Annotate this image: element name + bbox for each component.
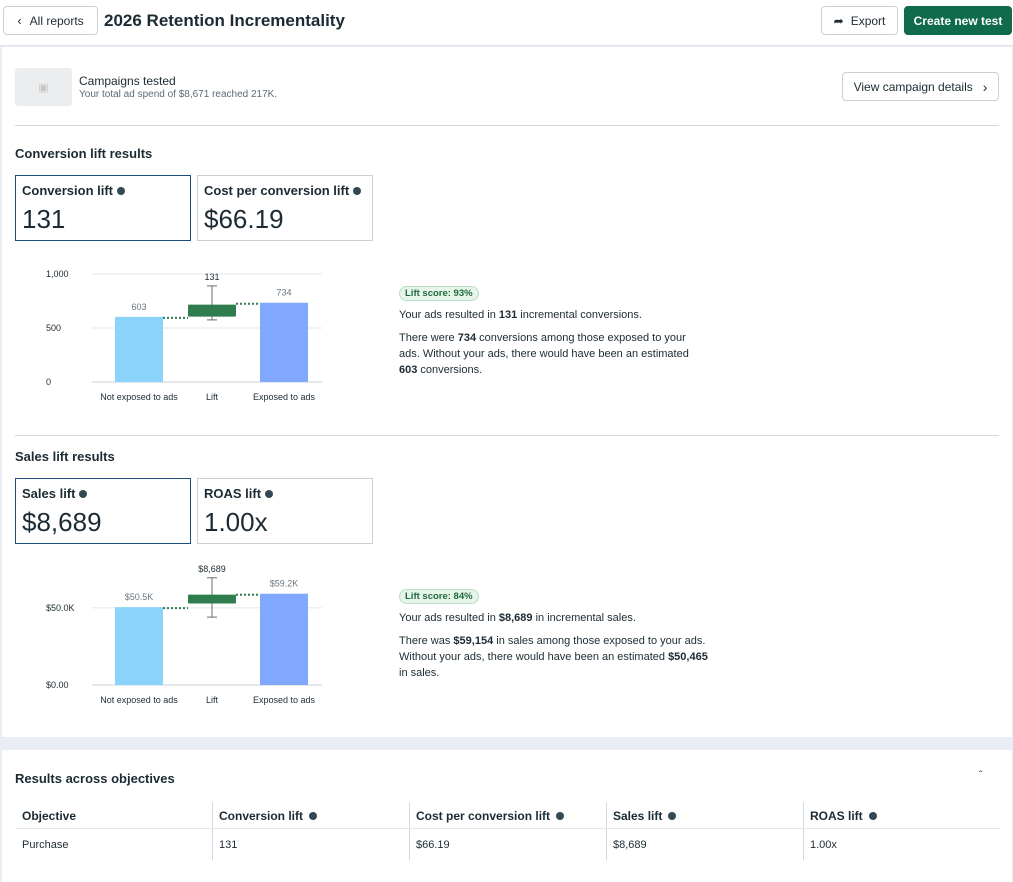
y-tick-label: $50.0K (46, 603, 75, 613)
conversion-lift-card[interactable]: Conversion lift 131 (15, 175, 191, 241)
all-reports-button[interactable]: ‹ All reports (3, 6, 98, 35)
table-header: Objective Conversion lift Cost per conve… (16, 802, 1000, 830)
view-campaign-details-button[interactable]: View campaign details › (842, 72, 999, 101)
cost-per-conversion-value: $66.19 (204, 204, 284, 234)
table-cell: $66.19 (409, 830, 450, 860)
y-tick-label: $0.00 (46, 680, 69, 690)
campaign-thumbnail: ▣ (15, 68, 72, 106)
bar-lift (188, 304, 236, 317)
top-bar: ‹ All reports 2026 Retention Incremental… (0, 0, 1013, 46)
roas-lift-card[interactable]: ROAS lift 1.00x (197, 478, 373, 544)
info-icon[interactable] (309, 812, 318, 820)
conversion-lift-label: Conversion lift (22, 183, 114, 198)
chevron-left-icon: ‹ (17, 13, 22, 28)
sales-lift-detail: There was $59,154 in sales among those e… (399, 635, 708, 679)
data-label: $50.5K (125, 592, 154, 602)
y-tick-label: 0 (46, 377, 51, 387)
y-tick-label: 1,000 (46, 269, 69, 279)
info-icon[interactable] (668, 812, 677, 820)
conversion-lift-value: 131 (22, 204, 66, 234)
x-tick-label: Lift (206, 392, 219, 402)
table-row: Purchase 131 $66.19 $8,689 1.00x (16, 830, 1000, 860)
data-label: $8,689 (198, 565, 226, 574)
export-button[interactable]: ➦ Export (821, 6, 898, 35)
roas-lift-label: ROAS lift (204, 486, 262, 501)
column-header: Cost per conversion lift (409, 802, 565, 830)
info-icon[interactable] (868, 812, 877, 820)
info-icon[interactable] (556, 812, 565, 820)
sales-section-title: Sales lift results (15, 449, 115, 464)
results-across-objectives-panel: Results across objectives ˆ Objective Co… (2, 750, 1012, 882)
conversion-lift-score-badge: Lift score: 93% (399, 286, 479, 301)
data-label: $59.2K (270, 579, 299, 589)
divider (15, 435, 999, 436)
conversion-section-title: Conversion lift results (15, 146, 153, 161)
table-cell: Purchase (22, 839, 69, 851)
table-cell: $8,689 (606, 830, 647, 860)
info-icon[interactable] (117, 186, 126, 195)
all-reports-label: All reports (29, 13, 84, 28)
column-header: Objective (22, 809, 77, 823)
create-new-test-button[interactable]: Create new test (904, 6, 1012, 35)
view-campaign-details-label: View campaign details (853, 79, 973, 94)
sales-lift-score-badge: Lift score: 84% (399, 589, 479, 604)
sales-lift-summary: Your ads resulted in $8,689 in increment… (399, 612, 636, 624)
table-cell: 1.00x (803, 830, 837, 860)
bar-exposed (260, 593, 308, 685)
export-label: Export (850, 13, 886, 28)
info-icon[interactable] (265, 489, 274, 498)
image-placeholder-icon: ▣ (38, 81, 49, 94)
share-arrow-icon: ➦ (833, 13, 844, 28)
info-icon[interactable] (353, 186, 362, 195)
results-table-title: Results across objectives (15, 771, 175, 786)
cost-per-conversion-card[interactable]: Cost per conversion lift $66.19 (197, 175, 373, 241)
table-cell: 131 (212, 830, 237, 860)
roas-lift-value: 1.00x (204, 507, 268, 537)
data-label: 131 (204, 272, 219, 282)
conversion-lift-detail: There were 734 conversions among those e… (399, 332, 689, 376)
sales-lift-label: Sales lift (22, 486, 76, 501)
bar-not-exposed (115, 607, 163, 685)
data-label: 603 (131, 302, 146, 312)
x-tick-label: Exposed to ads (253, 392, 316, 402)
column-header: Conversion lift (212, 802, 318, 830)
divider (15, 125, 999, 126)
x-tick-label: Not exposed to ads (100, 392, 178, 402)
y-tick-label: 500 (46, 323, 61, 333)
info-icon[interactable] (79, 489, 88, 498)
x-tick-label: Not exposed to ads (100, 695, 178, 705)
x-tick-label: Lift (206, 695, 219, 705)
data-label: 734 (276, 288, 291, 298)
bar-lift (188, 594, 236, 604)
lift-results-panel: ▣ Campaigns tested Your total ad spend o… (2, 47, 1012, 737)
bar-exposed (260, 302, 308, 382)
campaigns-tested-subtitle: Your total ad spend of $8,671 reached 21… (79, 89, 278, 100)
x-tick-label: Exposed to ads (253, 695, 316, 705)
sales-lift-card[interactable]: Sales lift $8,689 (15, 478, 191, 544)
chevron-right-icon: › (982, 78, 988, 95)
column-header: Sales lift (606, 802, 677, 830)
bar-not-exposed (115, 316, 163, 382)
page-title: 2026 Retention Incrementality (104, 11, 345, 30)
divider (16, 828, 1000, 829)
sales-lift-chart: $50.0K $0.00 $50.5K $8,689 $59.2K Not exposed… (46, 565, 322, 705)
chevron-up-icon[interactable]: ˆ (979, 770, 982, 781)
sales-lift-value: $8,689 (22, 507, 102, 537)
cost-per-conversion-label: Cost per conversion lift (204, 183, 350, 198)
column-header: ROAS lift (803, 802, 877, 830)
campaigns-tested-title: Campaigns tested (79, 74, 176, 88)
conversion-lift-chart: 1,000 500 0 603 131 734 Not exposed to ads Lift… (46, 269, 322, 402)
conversion-lift-summary: Your ads resulted in 131 incremental con… (399, 309, 642, 321)
